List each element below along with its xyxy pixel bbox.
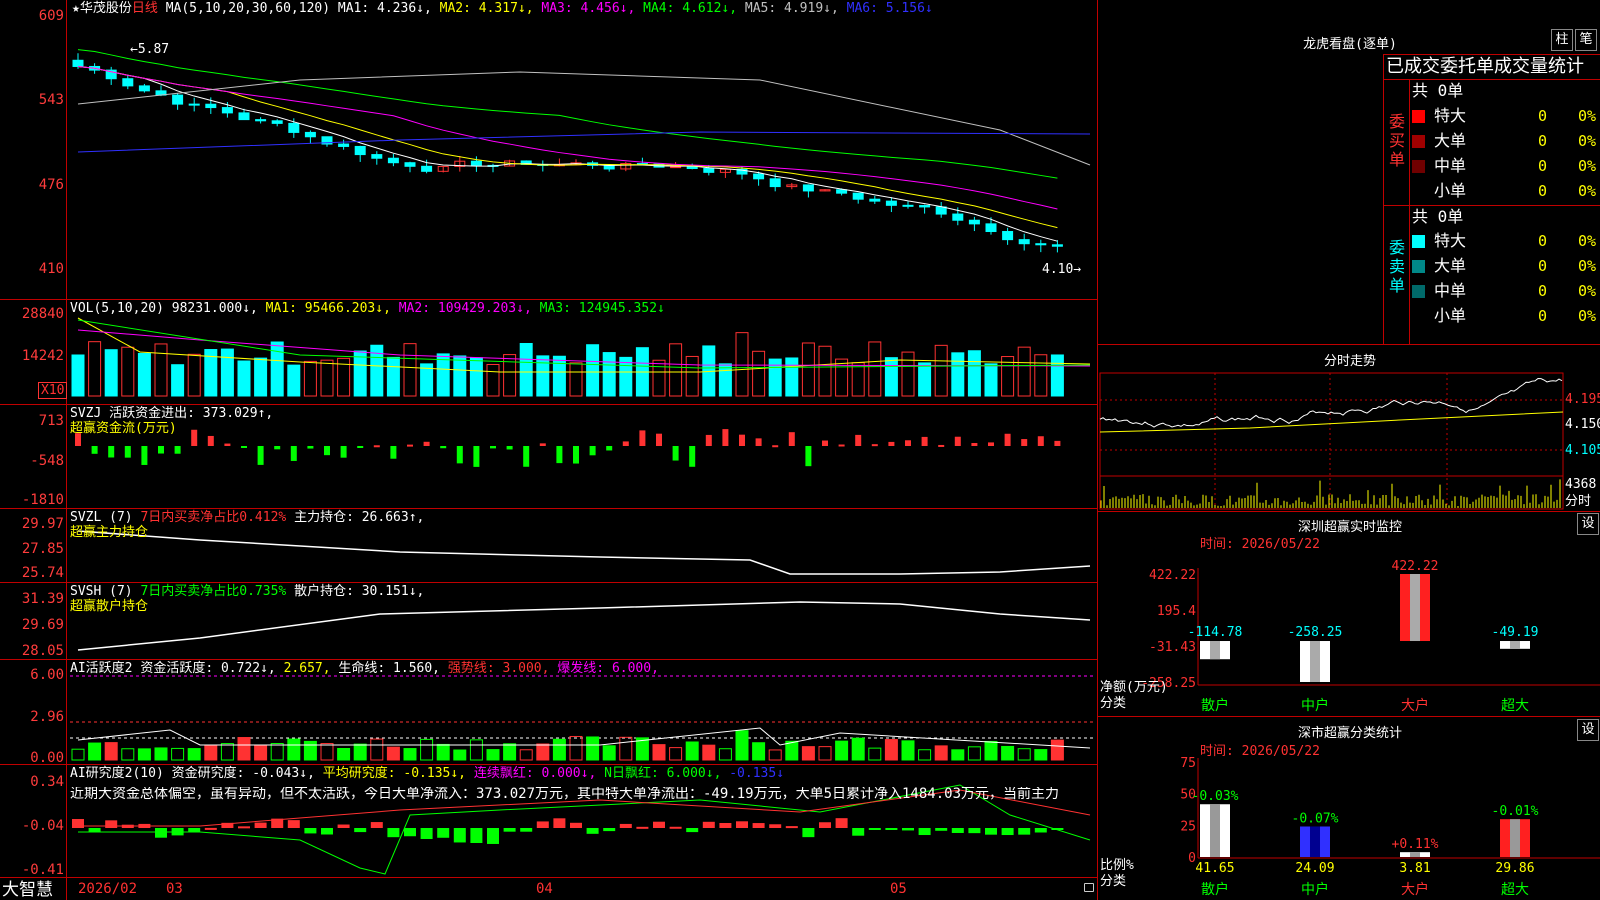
fl-ratio-chart: 7550250-0.03%41.65散户-0.07%24.09中户+0.11%3… [1180,756,1600,898]
fl-change-label: -0.03% [1192,789,1239,804]
fl-bar-shade [1510,819,1520,857]
fl-value-label: 41.65 [1195,861,1234,876]
fl-bar-shade [1410,852,1420,857]
fl-category-label: 中户 [1301,881,1329,898]
fl-change-label: -0.07% [1292,811,1339,826]
fl-value-label: 24.09 [1295,861,1334,876]
fl-bar-shade [1310,826,1320,857]
fl-bar-shade [1210,804,1220,857]
fl-category-label: 大户 [1401,881,1429,898]
fl-y-title: 比例% [1100,858,1134,873]
fl-category-label: 超大 [1501,882,1529,898]
fl-change-label: +0.11% [1392,837,1439,852]
fl-value-label: 3.81 [1399,861,1430,876]
fl-value-label: 29.86 [1495,861,1534,876]
fl-change-label: -0.01% [1492,804,1539,819]
fl-x-title: 分类 [1100,874,1127,889]
fl-y-tick: 25 [1180,819,1196,834]
fl-y-tick: 75 [1180,756,1196,771]
fl-category-label: 散户 [1201,881,1229,898]
